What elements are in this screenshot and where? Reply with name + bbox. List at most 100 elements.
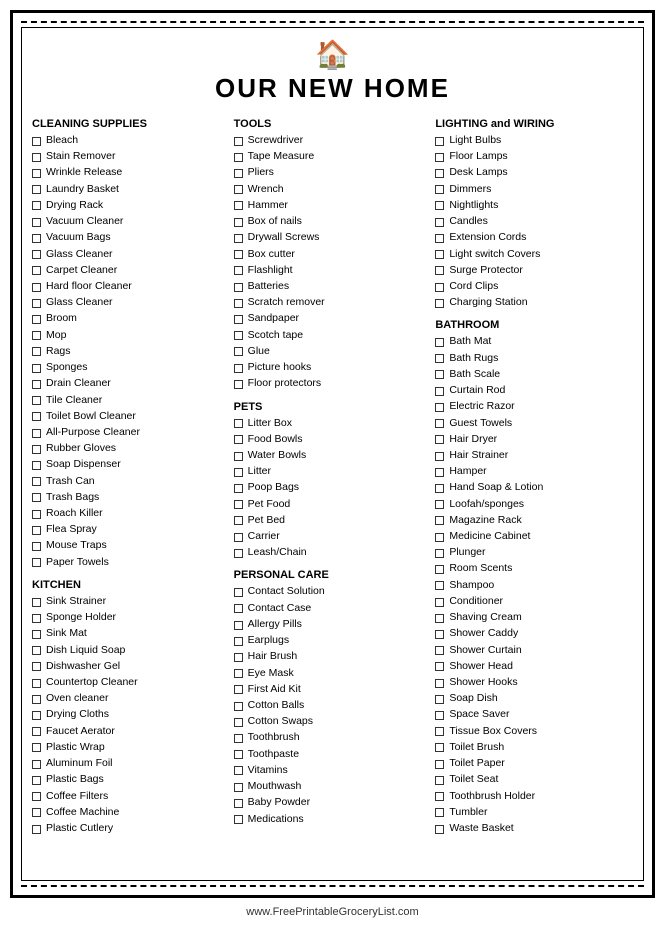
list-item[interactable]: Candles	[435, 214, 633, 229]
list-item[interactable]: Stain Remover	[32, 149, 230, 164]
checkbox-icon[interactable]	[435, 299, 444, 308]
list-item[interactable]: Leash/Chain	[234, 545, 432, 560]
checkbox-icon[interactable]	[32, 727, 41, 736]
list-item[interactable]: Coffee Machine	[32, 805, 230, 820]
checkbox-icon[interactable]	[32, 808, 41, 817]
list-item[interactable]: Tape Measure	[234, 149, 432, 164]
checkbox-icon[interactable]	[435, 646, 444, 655]
checkbox-icon[interactable]	[32, 792, 41, 801]
list-item[interactable]: Sponge Holder	[32, 610, 230, 625]
list-item[interactable]: Dimmers	[435, 182, 633, 197]
checkbox-icon[interactable]	[234, 452, 243, 461]
checkbox-icon[interactable]	[435, 283, 444, 292]
list-item[interactable]: Bath Rugs	[435, 351, 633, 366]
checkbox-icon[interactable]	[234, 266, 243, 275]
list-item[interactable]: Screwdriver	[234, 133, 432, 148]
checkbox-icon[interactable]	[435, 250, 444, 259]
list-item[interactable]: Extension Cords	[435, 230, 633, 245]
list-item[interactable]: Nightlights	[435, 198, 633, 213]
list-item[interactable]: Drying Cloths	[32, 707, 230, 722]
checkbox-icon[interactable]	[32, 347, 41, 356]
list-item[interactable]: Carpet Cleaner	[32, 263, 230, 278]
list-item[interactable]: Rubber Gloves	[32, 441, 230, 456]
list-item[interactable]: Desk Lamps	[435, 165, 633, 180]
checkbox-icon[interactable]	[32, 526, 41, 535]
checkbox-icon[interactable]	[435, 808, 444, 817]
list-item[interactable]: Tumbler	[435, 805, 633, 820]
checkbox-icon[interactable]	[32, 510, 41, 519]
checkbox-icon[interactable]	[435, 137, 444, 146]
checkbox-icon[interactable]	[435, 500, 444, 509]
list-item[interactable]: Cord Clips	[435, 279, 633, 294]
checkbox-icon[interactable]	[32, 283, 41, 292]
list-item[interactable]: Vacuum Cleaner	[32, 214, 230, 229]
list-item[interactable]: Sink Strainer	[32, 594, 230, 609]
checkbox-icon[interactable]	[234, 604, 243, 613]
checkbox-icon[interactable]	[435, 549, 444, 558]
list-item[interactable]: Light switch Covers	[435, 247, 633, 262]
checkbox-icon[interactable]	[234, 153, 243, 162]
checkbox-icon[interactable]	[435, 792, 444, 801]
list-item[interactable]: Sponges	[32, 360, 230, 375]
list-item[interactable]: Box of nails	[234, 214, 432, 229]
checkbox-icon[interactable]	[234, 218, 243, 227]
checkbox-icon[interactable]	[435, 598, 444, 607]
checkbox-icon[interactable]	[32, 218, 41, 227]
checkbox-icon[interactable]	[32, 558, 41, 567]
checkbox-icon[interactable]	[234, 250, 243, 259]
list-item[interactable]: Hair Strainer	[435, 448, 633, 463]
list-item[interactable]: Floor Lamps	[435, 149, 633, 164]
list-item[interactable]: Cotton Balls	[234, 698, 432, 713]
checkbox-icon[interactable]	[435, 354, 444, 363]
list-item[interactable]: Tissue Box Covers	[435, 724, 633, 739]
list-item[interactable]: Food Bowls	[234, 432, 432, 447]
checkbox-icon[interactable]	[234, 315, 243, 324]
checkbox-icon[interactable]	[435, 711, 444, 720]
list-item[interactable]: Picture hooks	[234, 360, 432, 375]
list-item[interactable]: Room Scents	[435, 561, 633, 576]
list-item[interactable]: Allergy Pills	[234, 617, 432, 632]
list-item[interactable]: Magazine Rack	[435, 513, 633, 528]
checkbox-icon[interactable]	[435, 218, 444, 227]
list-item[interactable]: Hard floor Cleaner	[32, 279, 230, 294]
checkbox-icon[interactable]	[234, 621, 243, 630]
list-item[interactable]: Bath Scale	[435, 367, 633, 382]
checkbox-icon[interactable]	[32, 315, 41, 324]
list-item[interactable]: Contact Case	[234, 601, 432, 616]
list-item[interactable]: Plastic Wrap	[32, 740, 230, 755]
list-item[interactable]: First Aid Kit	[234, 682, 432, 697]
checkbox-icon[interactable]	[32, 461, 41, 470]
checkbox-icon[interactable]	[32, 542, 41, 551]
checkbox-icon[interactable]	[435, 169, 444, 178]
list-item[interactable]: Scotch tape	[234, 328, 432, 343]
checkbox-icon[interactable]	[32, 598, 41, 607]
checkbox-icon[interactable]	[435, 234, 444, 243]
list-item[interactable]: Mouthwash	[234, 779, 432, 794]
list-item[interactable]: Mouse Traps	[32, 538, 230, 553]
list-item[interactable]: Glass Cleaner	[32, 247, 230, 262]
checkbox-icon[interactable]	[32, 331, 41, 340]
checkbox-icon[interactable]	[234, 185, 243, 194]
checkbox-icon[interactable]	[32, 380, 41, 389]
list-item[interactable]: Broom	[32, 311, 230, 326]
checkbox-icon[interactable]	[32, 250, 41, 259]
list-item[interactable]: Pliers	[234, 165, 432, 180]
checkbox-icon[interactable]	[435, 581, 444, 590]
list-item[interactable]: Dishwasher Gel	[32, 659, 230, 674]
checkbox-icon[interactable]	[234, 299, 243, 308]
list-item[interactable]: Hair Brush	[234, 649, 432, 664]
checkbox-icon[interactable]	[435, 403, 444, 412]
list-item[interactable]: Flashlight	[234, 263, 432, 278]
checkbox-icon[interactable]	[435, 679, 444, 688]
list-item[interactable]: Drain Cleaner	[32, 376, 230, 391]
checkbox-icon[interactable]	[234, 484, 243, 493]
checkbox-icon[interactable]	[32, 185, 41, 194]
list-item[interactable]: Toilet Bowl Cleaner	[32, 409, 230, 424]
list-item[interactable]: Faucet Aerator	[32, 724, 230, 739]
checkbox-icon[interactable]	[32, 679, 41, 688]
list-item[interactable]: Vitamins	[234, 763, 432, 778]
list-item[interactable]: Glue	[234, 344, 432, 359]
checkbox-icon[interactable]	[32, 234, 41, 243]
list-item[interactable]: Aluminum Foil	[32, 756, 230, 771]
list-item[interactable]: Roach Killer	[32, 506, 230, 521]
